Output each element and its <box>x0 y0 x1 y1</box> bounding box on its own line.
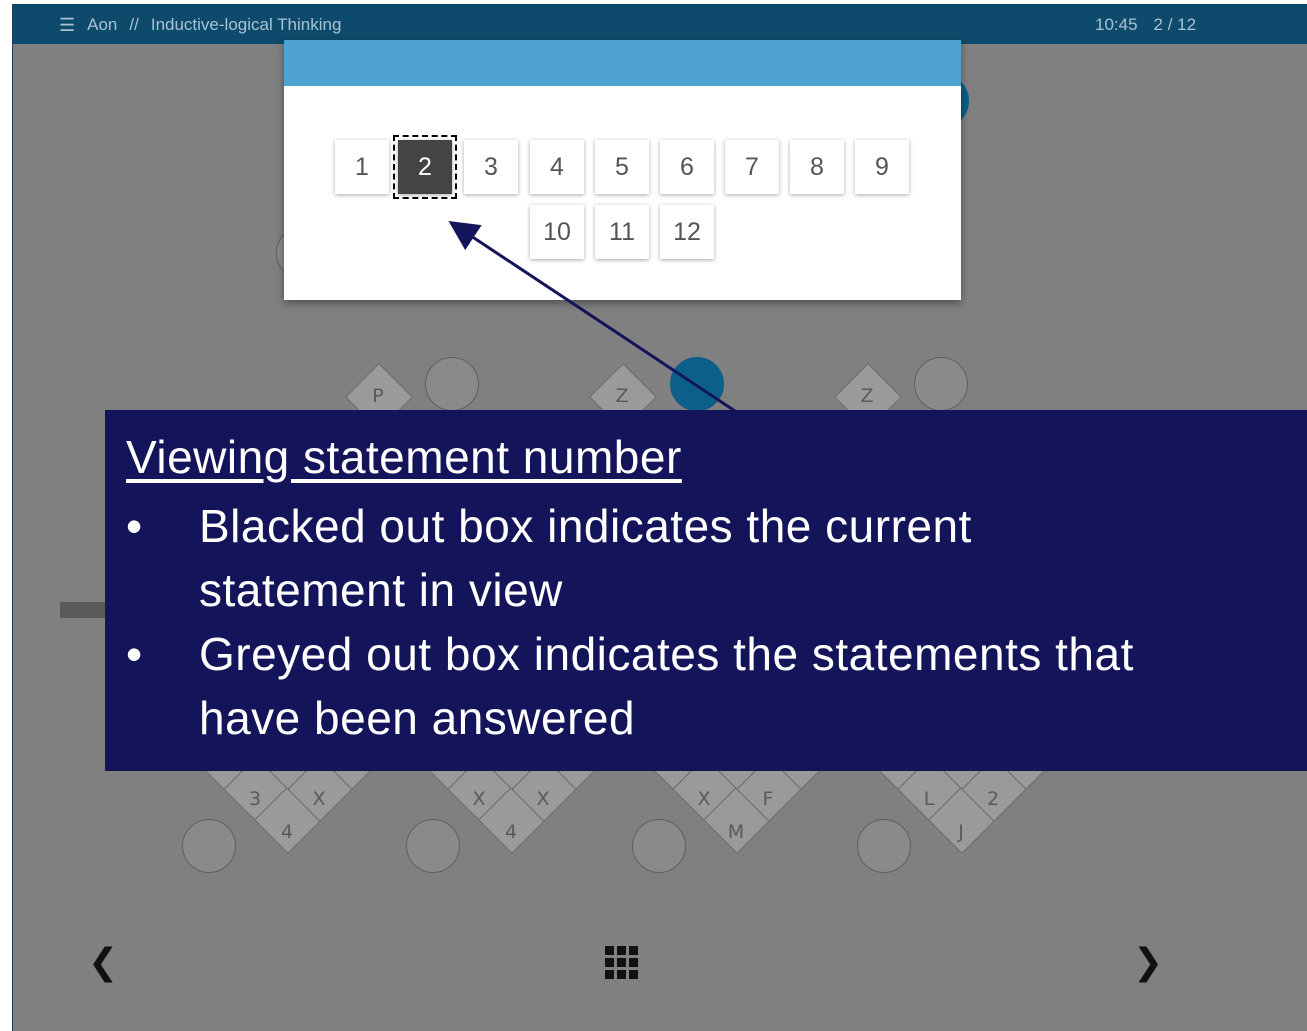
question-button-2-current[interactable]: 2 <box>393 135 457 199</box>
question-button-4[interactable]: 4 <box>530 140 584 194</box>
question-button-7[interactable]: 7 <box>725 140 779 194</box>
letter-tile-label: 4 <box>504 821 518 843</box>
grid-icon[interactable] <box>605 946 639 980</box>
question-button-11[interactable]: 11 <box>595 205 649 259</box>
hamburger-icon[interactable]: ☰ <box>59 16 75 34</box>
answer-circle[interactable] <box>406 819 460 873</box>
bullet-icon: • <box>126 628 143 680</box>
question-button-8[interactable]: 8 <box>790 140 844 194</box>
chevron-left-icon[interactable]: ❮ <box>88 942 118 983</box>
callout-heading: Viewing statement number <box>126 431 682 483</box>
answer-circle[interactable] <box>182 819 236 873</box>
timer: 10:45 <box>1095 15 1138 34</box>
app-name: Aon <box>87 15 118 34</box>
letter-tile-label: 4 <box>280 821 294 843</box>
answer-circle[interactable] <box>914 357 968 411</box>
question-button-5[interactable]: 5 <box>595 140 649 194</box>
bullet-text: have been answered <box>199 692 636 744</box>
divider-bar <box>60 602 110 618</box>
separator: // <box>129 15 139 34</box>
bullet-text: Greyed out box indicates the statements … <box>199 628 1134 680</box>
letter-tile-label: M <box>727 821 745 843</box>
answer-circle[interactable] <box>425 357 479 411</box>
bullet-text: Blacked out box indicates the current <box>199 500 972 552</box>
question-button-3[interactable]: 3 <box>464 140 518 194</box>
bullet-icon: • <box>126 500 143 552</box>
answer-circle-selected[interactable] <box>670 357 724 411</box>
question-button-1[interactable]: 1 <box>335 140 389 194</box>
question-button-6[interactable]: 6 <box>660 140 714 194</box>
question-button-9[interactable]: 9 <box>855 140 909 194</box>
question-navigator-modal: 1 2 3 4 5 6 7 8 9 10 11 12 <box>284 40 961 300</box>
top-bar: ☰ Aon // Inductive-logical Thinking 10:4… <box>13 4 1307 44</box>
answer-circle[interactable] <box>857 819 911 873</box>
modal-header <box>284 40 961 86</box>
bullet-text: statement in view <box>199 564 563 616</box>
letter-tile-label: J <box>958 821 964 843</box>
question-button-10[interactable]: 10 <box>530 205 584 259</box>
chevron-right-icon[interactable]: ❯ <box>1133 942 1163 983</box>
answer-circle[interactable] <box>632 819 686 873</box>
question-button-12[interactable]: 12 <box>660 205 714 259</box>
question-progress: 2 / 12 <box>1153 15 1197 34</box>
annotation-callout: Viewing statement number • Blacked out b… <box>105 410 1307 771</box>
section-title: Inductive-logical Thinking <box>150 15 342 34</box>
